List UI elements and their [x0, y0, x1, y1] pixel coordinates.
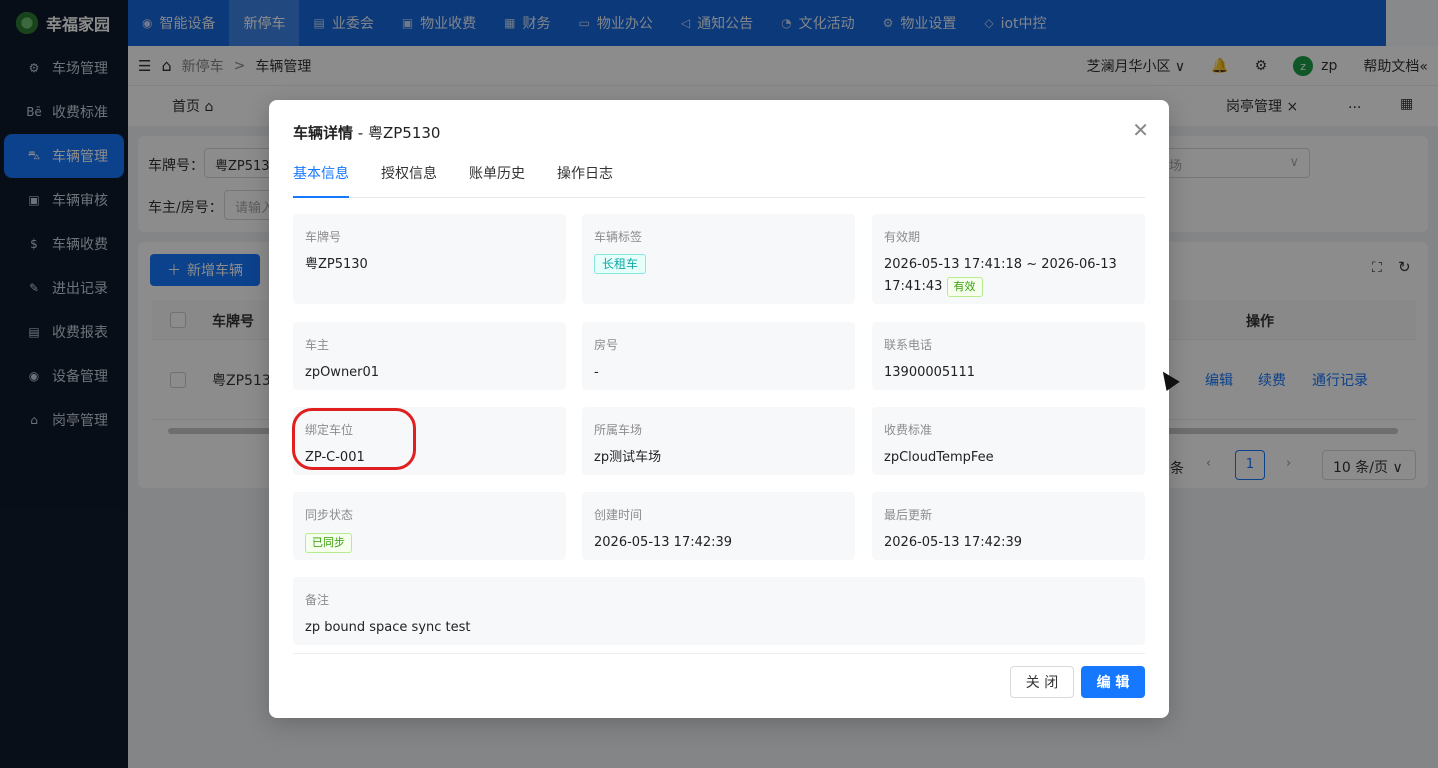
edit-button[interactable]: 编 辑 — [1081, 666, 1145, 698]
field-phone: 联系电话 13900005111 — [872, 322, 1145, 390]
field-validity: 有效期 2026-05-13 17:41:18 ~ 2026-06-13 17:… — [872, 214, 1145, 304]
modal-tab-3[interactable]: 操作日志 — [557, 162, 613, 198]
field-tag: 车辆标签 长租车 — [582, 214, 855, 304]
modal-tab-0[interactable]: 基本信息 — [293, 162, 349, 198]
modal-tab-1[interactable]: 授权信息 — [381, 162, 437, 198]
field-remark: 备注 zp bound space sync test — [293, 577, 1145, 645]
close-icon[interactable]: ✕ — [1132, 118, 1149, 142]
vehicle-tag-badge: 长租车 — [594, 254, 647, 274]
modal-tab-2[interactable]: 账单历史 — [469, 162, 525, 198]
sync-status-badge: 已同步 — [305, 533, 352, 553]
close-button[interactable]: 关 闭 — [1010, 666, 1074, 698]
modal-tabs: 基本信息 授权信息 账单历史 操作日志 — [293, 162, 1145, 198]
field-plate: 车牌号 粤ZP5130 — [293, 214, 566, 304]
field-sync-status: 同步状态 已同步 — [293, 492, 566, 560]
field-created: 创建时间 2026-05-13 17:42:39 — [582, 492, 855, 560]
highlight-annotation — [292, 408, 416, 470]
modal-footer-divider — [293, 653, 1145, 654]
validity-status-badge: 有效 — [946, 277, 983, 297]
field-room: 房号 - — [582, 322, 855, 390]
field-owner: 车主 zpOwner01 — [293, 322, 566, 390]
field-fee-standard: 收费标准 zpCloudTempFee — [872, 407, 1145, 475]
modal-title: 车辆详情 - 粤ZP5130 — [293, 124, 441, 142]
field-updated: 最后更新 2026-05-13 17:42:39 — [872, 492, 1145, 560]
field-lot: 所属车场 zp测试车场 — [582, 407, 855, 475]
